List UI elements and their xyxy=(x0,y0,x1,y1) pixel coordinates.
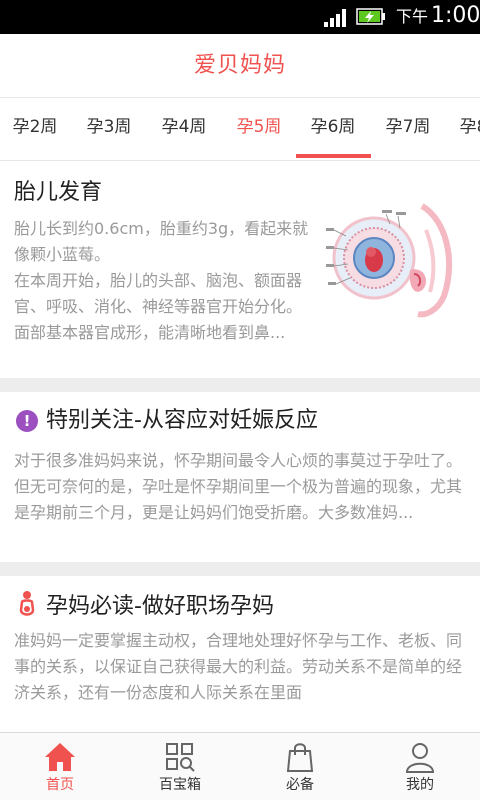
signal-icon xyxy=(324,9,346,27)
tab-week-2[interactable]: 孕2周 xyxy=(0,115,72,139)
tab-week-6[interactable]: 孕6周 xyxy=(296,115,370,139)
nav-toolbox[interactable]: 百宝箱 xyxy=(120,733,240,800)
nav-essentials[interactable]: 必备 xyxy=(240,733,360,800)
special-focus-text: 对于很多准妈妈来说，怀孕期间最令人心烦的事莫过于孕吐了。但无可奈何的是，孕吐是怀… xyxy=(14,451,463,522)
battery-charging-icon xyxy=(356,8,385,25)
special-focus-title: 特别关注-从容应对妊娠反应 xyxy=(46,408,318,433)
nav-essentials-label: 必备 xyxy=(286,777,314,793)
pregnant-woman-icon xyxy=(19,591,35,616)
section-divider xyxy=(0,378,480,392)
must-read-card[interactable]: 孕妈必读-做好职场孕妈 准妈妈一定要掌握主动权，合理地处理好怀孕与工作、老板、同… xyxy=(0,576,480,732)
section-divider xyxy=(0,562,480,576)
nav-home-label: 首页 xyxy=(46,777,74,793)
grid-search-icon xyxy=(166,743,195,772)
exclamation-icon: ! xyxy=(16,410,38,432)
tab-week-5[interactable]: 孕5周 xyxy=(222,115,296,139)
week-tab-bar[interactable]: 孕2周 孕3周 孕4周 孕5周 孕6周 孕7周 孕8周 xyxy=(0,99,480,161)
nav-toolbox-label: 百宝箱 xyxy=(159,777,201,793)
must-read-title: 孕妈必读-做好职场孕妈 xyxy=(46,594,274,619)
status-ampm: 下午 xyxy=(396,7,429,26)
nav-home[interactable]: 首页 xyxy=(0,733,120,800)
app-title: 爱贝妈妈 xyxy=(193,53,286,78)
home-icon xyxy=(45,743,75,771)
tab-week-7[interactable]: 孕7周 xyxy=(371,115,445,139)
status-bar: 下午 1:00 xyxy=(0,0,480,34)
tab-week-3[interactable]: 孕3周 xyxy=(72,115,146,139)
fetus-illustration xyxy=(326,203,453,318)
fetal-development-text: 胎儿长到约0.6cm，胎重约3g，看起来就像颗小蓝莓。 在本周开始，胎儿的头部、… xyxy=(14,219,309,342)
title-bar: 爱贝妈妈 xyxy=(0,34,480,98)
status-time: 1:00 xyxy=(431,3,480,28)
shopping-bag-icon xyxy=(286,743,314,772)
user-icon xyxy=(405,743,435,773)
must-read-text: 准妈妈一定要掌握主动权，合理地处理好怀孕与工作、老板、同事的关系，以保证自己获得… xyxy=(14,631,463,702)
special-focus-card[interactable]: ! 特别关注-从容应对妊娠反应 对于很多准妈妈来说，怀孕期间最令人心烦的事莫过于… xyxy=(0,392,480,562)
nav-mine-label: 我的 xyxy=(406,777,434,793)
fetal-development-title: 胎儿发育 xyxy=(14,180,103,205)
tab-indicator xyxy=(296,154,371,158)
fetal-development-card[interactable]: 胎儿发育 胎儿长到约0.6cm，胎重约3g，看起来就像颗小蓝莓。 在本周开始，胎… xyxy=(0,162,480,378)
nav-mine[interactable]: 我的 xyxy=(360,733,480,800)
tab-week-8[interactable]: 孕8周 xyxy=(445,115,480,139)
tab-week-4[interactable]: 孕4周 xyxy=(147,115,221,139)
bottom-nav: 首页 百宝箱 必备 我的 xyxy=(0,732,480,800)
